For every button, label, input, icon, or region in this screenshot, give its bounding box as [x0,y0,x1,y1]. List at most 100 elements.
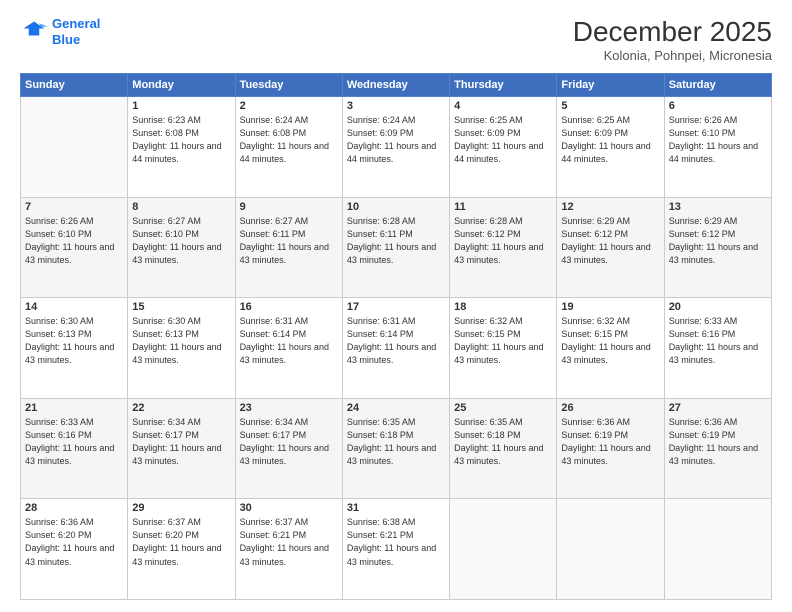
page: General Blue December 2025 Kolonia, Pohn… [0,0,792,612]
day-number: 31 [347,502,445,514]
weekday-header-friday: Friday [557,74,664,97]
calendar-cell: 19Sunrise: 6:32 AMSunset: 6:15 PMDayligh… [557,298,664,399]
calendar-cell: 27Sunrise: 6:36 AMSunset: 6:19 PMDayligh… [664,398,771,499]
day-number: 23 [240,402,338,414]
weekday-header-sunday: Sunday [21,74,128,97]
day-number: 5 [561,100,659,112]
calendar-cell: 4Sunrise: 6:25 AMSunset: 6:09 PMDaylight… [450,97,557,198]
cell-info: Sunrise: 6:24 AMSunset: 6:09 PMDaylight:… [347,114,445,166]
day-number: 26 [561,402,659,414]
calendar-title: December 2025 [573,16,772,48]
cell-info: Sunrise: 6:31 AMSunset: 6:14 PMDaylight:… [240,315,338,367]
day-number: 14 [25,301,123,313]
day-number: 28 [25,502,123,514]
cell-info: Sunrise: 6:23 AMSunset: 6:08 PMDaylight:… [132,114,230,166]
cell-info: Sunrise: 6:33 AMSunset: 6:16 PMDaylight:… [25,416,123,468]
day-number: 13 [669,201,767,213]
cell-info: Sunrise: 6:25 AMSunset: 6:09 PMDaylight:… [561,114,659,166]
cell-info: Sunrise: 6:29 AMSunset: 6:12 PMDaylight:… [669,215,767,267]
day-number: 29 [132,502,230,514]
cell-info: Sunrise: 6:36 AMSunset: 6:19 PMDaylight:… [561,416,659,468]
calendar-cell: 21Sunrise: 6:33 AMSunset: 6:16 PMDayligh… [21,398,128,499]
cell-info: Sunrise: 6:29 AMSunset: 6:12 PMDaylight:… [561,215,659,267]
calendar-cell: 23 Sunrise: 6:34 AMSunset: 6:17 PMDayligh… [235,398,342,499]
cell-info: Sunrise: 6:26 AMSunset: 6:10 PMDaylight:… [669,114,767,166]
logo: General Blue [20,16,100,47]
header: General Blue December 2025 Kolonia, Pohn… [20,16,772,63]
calendar-cell: 30 Sunrise: 6:37 AMSunset: 6:21 PMDayligh… [235,499,342,600]
day-number: 30 [240,502,338,514]
day-number: 25 [454,402,552,414]
logo-blue: Blue [52,32,100,48]
calendar-cell: 20Sunrise: 6:33 AMSunset: 6:16 PMDayligh… [664,298,771,399]
day-number: 3 [347,100,445,112]
calendar-cell [557,499,664,600]
cell-info: Sunrise: 6:28 AMSunset: 6:11 PMDaylight:… [347,215,445,267]
calendar-cell: 8Sunrise: 6:27 AMSunset: 6:10 PMDaylight… [128,197,235,298]
cell-info: Sunrise: 6:31 AMSunset: 6:14 PMDaylight:… [347,315,445,367]
day-number: 24 [347,402,445,414]
calendar-cell: 5 Sunrise: 6:25 AMSunset: 6:09 PMDaylight… [557,97,664,198]
calendar-cell: 29 Sunrise: 6:37 AMSunset: 6:20 PMDayligh… [128,499,235,600]
calendar-cell: 28 Sunrise: 6:36 AMSunset: 6:20 PMDayligh… [21,499,128,600]
calendar-cell [664,499,771,600]
calendar-cell: 2Sunrise: 6:24 AMSunset: 6:08 PMDaylight… [235,97,342,198]
cell-info: Sunrise: 6:25 AMSunset: 6:09 PMDaylight:… [454,114,552,166]
day-number: 17 [347,301,445,313]
calendar-week-row: 1 Sunrise: 6:23 AMSunset: 6:08 PMDaylight… [21,97,772,198]
calendar-week-row: 7Sunrise: 6:26 AMSunset: 6:10 PMDaylight… [21,197,772,298]
calendar-cell: 22 Sunrise: 6:34 AMSunset: 6:17 PMDayligh… [128,398,235,499]
cell-info: Sunrise: 6:30 AMSunset: 6:13 PMDaylight:… [132,315,230,367]
day-number: 27 [669,402,767,414]
cell-info: Sunrise: 6:37 AMSunset: 6:21 PMDaylight:… [240,516,338,568]
cell-info: Sunrise: 6:32 AMSunset: 6:15 PMDaylight:… [454,315,552,367]
day-number: 6 [669,100,767,112]
calendar-cell: 18Sunrise: 6:32 AMSunset: 6:15 PMDayligh… [450,298,557,399]
cell-info: Sunrise: 6:34 AMSunset: 6:17 PMDaylight:… [132,416,230,468]
calendar-cell: 26 Sunrise: 6:36 AMSunset: 6:19 PMDayligh… [557,398,664,499]
calendar-cell: 9 Sunrise: 6:27 AMSunset: 6:11 PMDaylight… [235,197,342,298]
day-number: 16 [240,301,338,313]
calendar-week-row: 14 Sunrise: 6:30 AMSunset: 6:13 PMDayligh… [21,298,772,399]
cell-info: Sunrise: 6:26 AMSunset: 6:10 PMDaylight:… [25,215,123,267]
cell-info: Sunrise: 6:34 AMSunset: 6:17 PMDaylight:… [240,416,338,468]
calendar-cell: 3 Sunrise: 6:24 AMSunset: 6:09 PMDaylight… [342,97,449,198]
calendar-cell: 1 Sunrise: 6:23 AMSunset: 6:08 PMDaylight… [128,97,235,198]
cell-info: Sunrise: 6:36 AMSunset: 6:20 PMDaylight:… [25,516,123,568]
cell-info: Sunrise: 6:28 AMSunset: 6:12 PMDaylight:… [454,215,552,267]
calendar-cell: 6 Sunrise: 6:26 AMSunset: 6:10 PMDaylight… [664,97,771,198]
weekday-header-wednesday: Wednesday [342,74,449,97]
day-number: 19 [561,301,659,313]
calendar-cell: 14Sunrise: 6:30 AMSunset: 6:13 PMDayligh… [21,298,128,399]
day-number: 9 [240,201,338,213]
weekday-header-row: SundayMondayTuesdayWednesdayThursdayFrid… [21,74,772,97]
cell-info: Sunrise: 6:38 AMSunset: 6:21 PMDaylight:… [347,516,445,568]
calendar-cell: 17 Sunrise: 6:31 AMSunset: 6:14 PMDayligh… [342,298,449,399]
calendar-cell: 10 Sunrise: 6:28 AMSunset: 6:11 PMDayligh… [342,197,449,298]
day-number: 12 [561,201,659,213]
day-number: 10 [347,201,445,213]
day-number: 22 [132,402,230,414]
weekday-header-saturday: Saturday [664,74,771,97]
cell-info: Sunrise: 6:27 AMSunset: 6:10 PMDaylight:… [132,215,230,267]
day-number: 1 [132,100,230,112]
calendar-cell [450,499,557,600]
calendar-cell [21,97,128,198]
calendar-cell: 11 Sunrise: 6:28 AMSunset: 6:12 PMDayligh… [450,197,557,298]
calendar-cell: 16 Sunrise: 6:31 AMSunset: 6:14 PMDayligh… [235,298,342,399]
calendar-subtitle: Kolonia, Pohnpei, Micronesia [573,48,772,63]
logo-icon [20,18,48,46]
cell-info: Sunrise: 6:24 AMSunset: 6:08 PMDaylight:… [240,114,338,166]
day-number: 11 [454,201,552,213]
cell-info: Sunrise: 6:27 AMSunset: 6:11 PMDaylight:… [240,215,338,267]
calendar-week-row: 28 Sunrise: 6:36 AMSunset: 6:20 PMDayligh… [21,499,772,600]
day-number: 15 [132,301,230,313]
calendar-cell: 7Sunrise: 6:26 AMSunset: 6:10 PMDaylight… [21,197,128,298]
weekday-header-tuesday: Tuesday [235,74,342,97]
calendar-cell: 31 Sunrise: 6:38 AMSunset: 6:21 PMDayligh… [342,499,449,600]
calendar-table: SundayMondayTuesdayWednesdayThursdayFrid… [20,73,772,600]
logo-text: General Blue [52,16,100,47]
calendar-cell: 25Sunrise: 6:35 AMSunset: 6:18 PMDayligh… [450,398,557,499]
weekday-header-thursday: Thursday [450,74,557,97]
cell-info: Sunrise: 6:37 AMSunset: 6:20 PMDaylight:… [132,516,230,568]
